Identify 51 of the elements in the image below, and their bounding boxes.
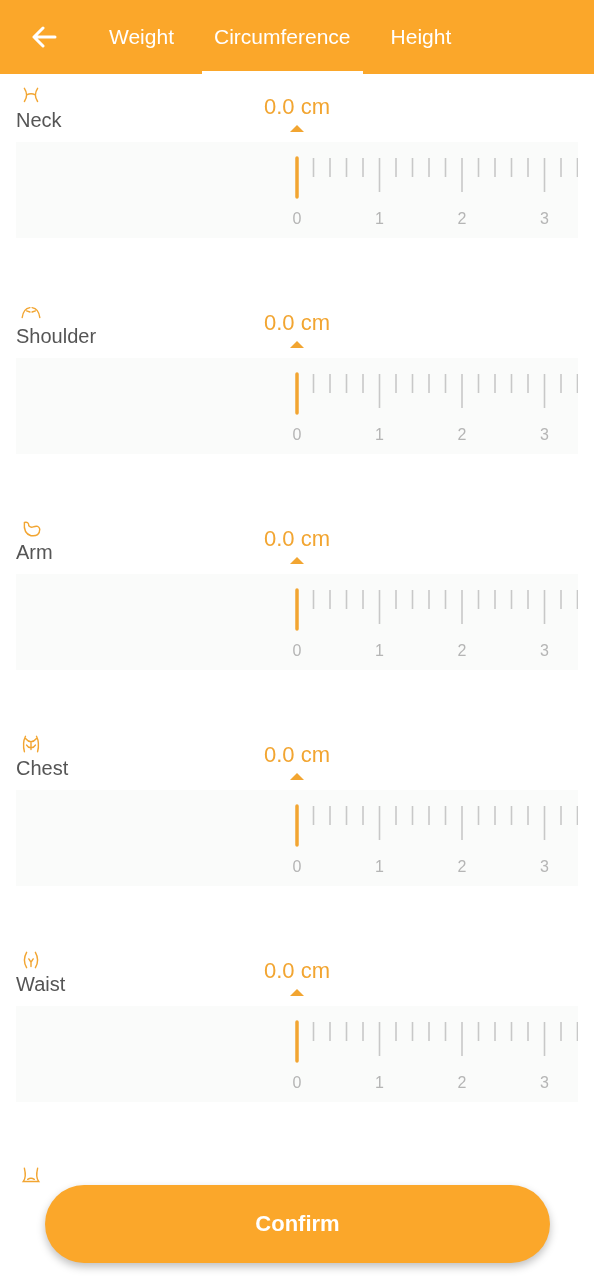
pointer-icon xyxy=(290,125,304,132)
measurement-name: Waist xyxy=(16,973,66,996)
ruler-scale[interactable]: 0 1 2 3 xyxy=(16,574,578,670)
ruler-scale[interactable]: 0 1 2 3 xyxy=(16,142,578,238)
tick-label: 2 xyxy=(457,426,467,443)
tab[interactable]: Height xyxy=(378,0,464,74)
tick-label: 0 xyxy=(292,858,302,875)
tick-label: 3 xyxy=(540,210,549,227)
indicator-line xyxy=(295,804,299,847)
chest-icon xyxy=(20,734,42,754)
pointer-icon xyxy=(290,773,304,780)
pointer-icon xyxy=(290,557,304,564)
tick-label: 3 xyxy=(540,426,549,443)
back-arrow-icon[interactable] xyxy=(31,26,57,48)
ruler-scale[interactable]: 0 1 2 3 xyxy=(16,1006,578,1102)
measurement-value: 0.0 cm xyxy=(264,94,330,120)
tick-label: 3 xyxy=(540,1074,549,1091)
measurement-value: 0.0 cm xyxy=(264,526,330,552)
tick-label: 2 xyxy=(457,642,467,659)
measurement-value: 0.0 cm xyxy=(264,742,330,768)
pointer-icon xyxy=(290,341,304,348)
tick-label: 0 xyxy=(292,1074,302,1091)
indicator-line xyxy=(295,372,299,415)
tick-label: 0 xyxy=(292,642,302,659)
tick-label: 1 xyxy=(375,426,384,443)
measurement-value: 0.0 cm xyxy=(264,958,330,984)
tick-label: 2 xyxy=(457,858,467,875)
tick-label: 2 xyxy=(457,1074,467,1091)
tick-label: 1 xyxy=(375,1074,384,1091)
tick-label: 3 xyxy=(540,642,549,659)
measurement-name: Arm xyxy=(16,541,53,564)
tick-label: 3 xyxy=(540,858,549,875)
confirm-button[interactable]: Confirm xyxy=(45,1185,550,1263)
tick-label: 0 xyxy=(292,210,302,227)
measurement-value: 0.0 cm xyxy=(264,310,330,336)
pointer-icon xyxy=(290,989,304,996)
measurement-name: Neck xyxy=(16,109,62,132)
indicator-line xyxy=(295,156,299,199)
ruler-scale[interactable]: 0 1 2 3 xyxy=(16,790,578,886)
tick-label: 2 xyxy=(457,210,467,227)
tab[interactable]: Circumference xyxy=(202,0,363,74)
measurement-name: Chest xyxy=(16,757,69,780)
ruler-scale[interactable]: 0 1 2 3 xyxy=(16,358,578,454)
tick-label: 1 xyxy=(375,642,384,659)
measurement-name: Shoulder xyxy=(16,325,97,348)
indicator-line xyxy=(295,588,299,631)
tab[interactable]: Weight xyxy=(97,0,186,74)
tick-label: 1 xyxy=(375,858,384,875)
tick-label: 1 xyxy=(375,210,384,227)
indicator-line xyxy=(295,1020,299,1063)
tick-label: 0 xyxy=(292,426,302,443)
